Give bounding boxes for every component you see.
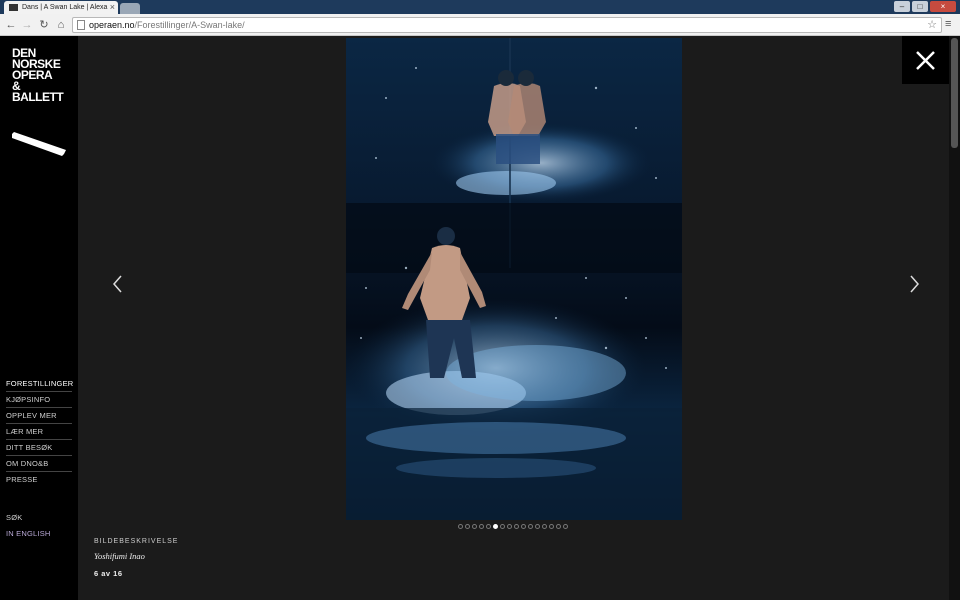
nav-item-om-dnob[interactable]: OM DNO&B bbox=[6, 456, 72, 472]
pagination-dot[interactable] bbox=[500, 524, 505, 529]
sidebar: DEN NORSKE OPERA & BALLETT FORESTILLINGE… bbox=[0, 36, 78, 600]
english-link[interactable]: IN ENGLISH bbox=[6, 526, 72, 542]
pagination-dot[interactable] bbox=[556, 524, 561, 529]
page: DEN NORSKE OPERA & BALLETT FORESTILLINGE… bbox=[0, 36, 960, 600]
close-gallery-button[interactable] bbox=[902, 36, 949, 84]
reload-icon[interactable]: ↻ bbox=[37, 18, 51, 32]
url-host: operaen.no bbox=[89, 20, 135, 30]
gallery-pagination-dots bbox=[458, 524, 568, 529]
nav-item-ditt-besok[interactable]: DITT BESØK bbox=[6, 440, 72, 456]
next-image-arrow-icon[interactable] bbox=[904, 272, 924, 296]
main-nav: FORESTILLINGER KJØPSINFO OPPLEV MER LÆR … bbox=[6, 376, 73, 488]
browser-tab[interactable]: Dans | A Swan Lake | Alexa × bbox=[4, 1, 118, 14]
dancer-water-photo bbox=[346, 38, 682, 520]
browser-titlebar: Dans | A Swan Lake | Alexa × – □ × bbox=[0, 0, 960, 14]
gallery-photo bbox=[346, 38, 682, 520]
scrollbar-thumb[interactable] bbox=[951, 38, 958, 148]
url-path: /Forestillinger/A-Swan-lake/ bbox=[134, 20, 245, 30]
tab-favicon-icon bbox=[9, 4, 18, 11]
nav-item-opplev-mer[interactable]: OPPLEV MER bbox=[6, 408, 72, 424]
image-counter: 6 av 16 bbox=[94, 569, 123, 578]
browser-toolbar: ← → ↻ ⌂ operaen.no/Forestillinger/A-Swan… bbox=[0, 14, 960, 36]
logo-slash-icon bbox=[12, 132, 66, 156]
tab-title: Dans | A Swan Lake | Alexa bbox=[22, 4, 108, 11]
previous-image-arrow-icon[interactable] bbox=[108, 272, 128, 296]
pagination-dot[interactable] bbox=[493, 524, 498, 529]
pagination-dot[interactable] bbox=[465, 524, 470, 529]
page-icon bbox=[77, 20, 85, 30]
minimize-button[interactable]: – bbox=[894, 1, 910, 12]
close-icon bbox=[916, 51, 935, 70]
tab-close-icon[interactable]: × bbox=[110, 2, 115, 12]
forward-icon[interactable]: → bbox=[20, 18, 34, 32]
pagination-dot[interactable] bbox=[528, 524, 533, 529]
address-bar[interactable]: operaen.no/Forestillinger/A-Swan-lake/ ☆ bbox=[72, 17, 942, 33]
pagination-dot[interactable] bbox=[514, 524, 519, 529]
pagination-dot[interactable] bbox=[549, 524, 554, 529]
pagination-dot[interactable] bbox=[563, 524, 568, 529]
nav-item-kjopsinfo[interactable]: KJØPSINFO bbox=[6, 392, 72, 408]
maximize-button[interactable]: □ bbox=[912, 1, 928, 12]
pagination-dot[interactable] bbox=[521, 524, 526, 529]
page-scrollbar[interactable] bbox=[949, 36, 960, 600]
back-icon[interactable]: ← bbox=[4, 18, 18, 32]
home-icon[interactable]: ⌂ bbox=[54, 18, 68, 32]
photo-caption: Yoshifumi Inao bbox=[94, 551, 145, 561]
pagination-dot[interactable] bbox=[479, 524, 484, 529]
nav-item-presse[interactable]: PRESSE bbox=[6, 472, 72, 488]
pagination-dot[interactable] bbox=[472, 524, 477, 529]
new-tab-button[interactable] bbox=[120, 3, 140, 14]
logo-line: BALLETT bbox=[12, 90, 64, 104]
pagination-dot[interactable] bbox=[486, 524, 491, 529]
window-close-button[interactable]: × bbox=[930, 1, 956, 12]
pagination-dot[interactable] bbox=[542, 524, 547, 529]
pagination-dot[interactable] bbox=[507, 524, 512, 529]
secondary-nav: SØK IN ENGLISH bbox=[6, 510, 72, 542]
logo-line: OPERA bbox=[12, 68, 53, 82]
caption-label: BILDEBESKRIVELSE bbox=[94, 538, 179, 545]
browser-menu-icon[interactable]: ≡ bbox=[945, 18, 955, 30]
search-link[interactable]: SØK bbox=[6, 510, 72, 526]
bookmark-star-icon[interactable]: ☆ bbox=[927, 18, 937, 32]
window-controls: – □ × bbox=[894, 1, 956, 12]
site-logo[interactable]: DEN NORSKE OPERA & BALLETT bbox=[12, 47, 72, 156]
pagination-dot[interactable] bbox=[458, 524, 463, 529]
image-viewer: BILDEBESKRIVELSE Yoshifumi Inao 6 av 16 bbox=[78, 36, 949, 600]
pagination-dot[interactable] bbox=[535, 524, 540, 529]
nav-item-forestillinger[interactable]: FORESTILLINGER bbox=[6, 376, 73, 392]
nav-item-laer-mer[interactable]: LÆR MER bbox=[6, 424, 72, 440]
